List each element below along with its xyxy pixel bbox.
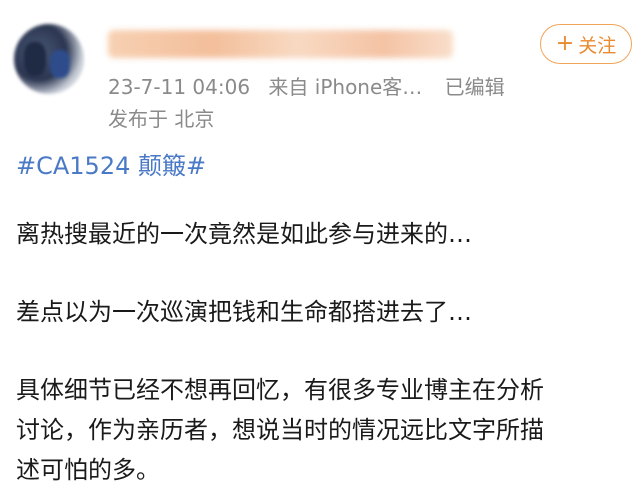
post-meta: 23-7-11 04:06 来自 iPhone客… 已编辑 [108, 71, 517, 100]
follow-button[interactable]: + 关注 [540, 24, 632, 64]
paragraph-line: 述可怕的多。 [16, 456, 160, 484]
post-source[interactable]: 来自 iPhone客… [268, 75, 422, 99]
paragraph-line: 讨论，作为亲历者，想说当时的情况远比文字所描 [16, 416, 544, 444]
paragraph-line: 差点以为一次巡演把钱和生命都搭进去了… [16, 298, 472, 326]
post-paragraph: 差点以为一次巡演把钱和生命都搭进去了… [16, 292, 472, 332]
avatar-figure [24, 42, 46, 76]
post-paragraph: 具体细节已经不想再回忆，有很多专业博主在分析 讨论，作为亲历者，想说当时的情况远… [16, 370, 544, 490]
avatar[interactable] [14, 24, 84, 94]
paragraph-line: 离热搜最近的一次竟然是如此参与进来的… [16, 220, 472, 248]
post-paragraph: 离热搜最近的一次竟然是如此参与进来的… [16, 214, 472, 254]
plus-icon: + [555, 31, 575, 56]
edited-label[interactable]: 已编辑 [445, 75, 505, 99]
weibo-post: 23-7-11 04:06 来自 iPhone客… 已编辑 发布于 北京 + 关… [0, 0, 643, 484]
paragraph-line: 具体细节已经不想再回忆，有很多专业博主在分析 [16, 376, 544, 404]
hashtag-link[interactable]: #CA1524 颠簸# [16, 146, 206, 181]
avatar-figure-secondary [50, 50, 70, 78]
username-blurred[interactable] [108, 30, 453, 58]
follow-button-label: 关注 [578, 34, 617, 57]
post-location: 发布于 北京 [108, 107, 215, 131]
post-timestamp: 23-7-11 04:06 [108, 75, 251, 99]
